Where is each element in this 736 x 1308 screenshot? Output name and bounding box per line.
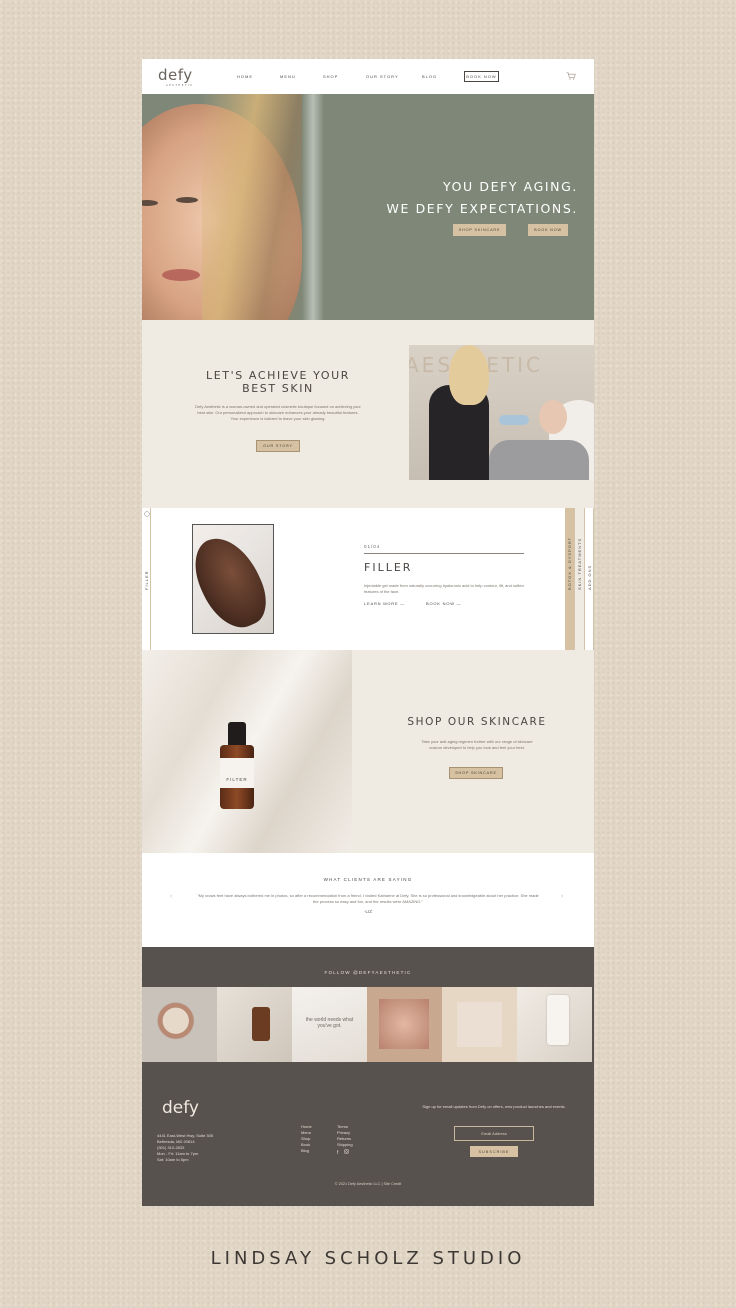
learn-more-link[interactable]: LEARN MORE — — [364, 601, 405, 606]
cart-icon[interactable] — [566, 72, 576, 80]
slide-number: 01/04 — [364, 544, 381, 549]
hero-hair-shape — [202, 94, 302, 320]
nav-book-now-button[interactable]: BOOK NOW — [464, 71, 499, 82]
photo-glove — [499, 415, 529, 425]
hero-lips — [162, 269, 200, 281]
tab-label-filler: FILLER — [144, 570, 149, 590]
site-logo[interactable]: defy AESTHETIC — [158, 66, 194, 87]
testimonial-author: -LIZ — [363, 909, 372, 914]
chevron-left-icon[interactable]: ‹ — [170, 893, 172, 900]
logo-text: defy — [158, 66, 193, 84]
services-slider: FILLER 01/04 FILLER Injectable gel made … — [142, 508, 594, 650]
hero-section: YOU DEFY AGING. WE DEFY EXPECTATIONS. SH… — [142, 94, 594, 320]
tile-face — [379, 999, 429, 1049]
service-title: FILLER — [364, 561, 413, 574]
hero-book-now-button[interactable]: BOOK NOW — [528, 224, 568, 236]
photo-patient-head — [539, 400, 567, 434]
hero-eye-left — [176, 197, 198, 203]
tab-label-skin-treatments: SKIN TREATMENTS — [577, 537, 582, 590]
about-title: LET'S ACHIEVE YOUR BEST SKIN — [205, 369, 351, 395]
footer-link-blog[interactable]: Blog — [301, 1148, 312, 1154]
tab-label-botox: BOTOX & DYSPORT — [567, 536, 572, 590]
logo-subtext: AESTHETIC — [166, 84, 194, 87]
email-input[interactable]: Email Address — [454, 1126, 534, 1141]
skincare-shop-button[interactable]: SHOP SKINCARE — [449, 767, 503, 779]
testimonial-quote: "My crows feet have always bothered me i… — [197, 893, 539, 904]
about-section: LET'S ACHIEVE YOUR BEST SKIN Defy Aesthe… — [142, 320, 594, 508]
chevron-right-icon[interactable]: › — [561, 893, 563, 900]
nav-menu[interactable]: MENU — [280, 74, 296, 79]
facebook-icon[interactable]: f — [337, 1150, 338, 1156]
hero-light-streak — [302, 94, 324, 320]
studio-credit: LINDSAY SCHOLZ STUDIO — [210, 1248, 526, 1269]
instagram-tile-6[interactable] — [517, 987, 592, 1062]
instagram-heading[interactable]: FOLLOW @DEFYAESTHETIC — [142, 970, 594, 975]
footer-link-shipping[interactable]: Shipping — [337, 1142, 353, 1148]
slide-divider — [364, 553, 524, 554]
tile-3-text: the world needs what you've got. — [305, 1017, 354, 1029]
instagram-tile-1[interactable] — [142, 987, 217, 1062]
copyright: © 2021 Defy Aesthetic LLC | Site Credit — [334, 1182, 402, 1186]
footer-address: 4441 East-West Hwy, Suite 305 Bethesda, … — [157, 1133, 213, 1163]
instagram-tile-4[interactable] — [367, 987, 442, 1062]
bottle-label-text: FILTER — [226, 777, 248, 782]
hero-line-1: YOU DEFY AGING. — [443, 179, 578, 194]
hero-line-2: WE DEFY EXPECTATIONS. — [386, 201, 578, 216]
tab-filler-left[interactable]: FILLER — [142, 508, 151, 650]
website-mockup: defy AESTHETIC HOME MENU SHOP OUR STORY … — [142, 59, 594, 1206]
nav-our-story[interactable]: OUR STORY — [366, 74, 399, 79]
hero-shop-skincare-button[interactable]: SHOP SKINCARE — [453, 224, 506, 236]
nav-home[interactable]: HOME — [237, 74, 253, 79]
instagram-tile-3[interactable]: the world needs what you've got. — [292, 987, 367, 1062]
bottle-label: FILTER — [220, 758, 254, 788]
filler-portrait — [192, 524, 274, 634]
photo-practitioner-hair — [449, 345, 489, 405]
top-nav: defy AESTHETIC HOME MENU SHOP OUR STORY … — [142, 59, 594, 94]
footer-links-policy: Terms Privacy Returns Shipping f — [337, 1124, 353, 1156]
tab-botox[interactable]: BOTOX & DYSPORT — [565, 508, 575, 650]
newsletter-text: Sign up for email updates from Defy on o… — [422, 1104, 566, 1109]
instagram-icon[interactable] — [343, 1149, 349, 1154]
about-body: Defy Aesthetic is a woman-owned and oper… — [195, 404, 361, 421]
tile-product — [547, 995, 569, 1045]
treatment-photo: AESTHETIC — [409, 345, 594, 480]
tab-skin-treatments[interactable]: SKIN TREATMENTS — [575, 508, 585, 650]
photo-patient — [489, 440, 589, 480]
tile-card — [457, 1002, 502, 1047]
portrait-skin — [193, 527, 273, 633]
footer-logo[interactable]: defy — [162, 1098, 199, 1118]
instagram-tile-2[interactable] — [217, 987, 292, 1062]
tab-label-add-ons: ADD ONS — [587, 564, 592, 590]
instagram-tile-5[interactable] — [442, 987, 517, 1062]
bottle-dropper — [228, 722, 246, 746]
tab-add-ons[interactable]: ADD ONS — [585, 508, 594, 650]
footer-links-primary: Home Menu Shop Book Blog — [301, 1124, 312, 1154]
testimonial-section: WHAT CLIENTS ARE SAYING "My crows feet h… — [142, 853, 594, 947]
testimonial-heading: WHAT CLIENTS ARE SAYING — [323, 877, 413, 882]
hours-line: Sat: 10am to 5pm — [157, 1157, 189, 1162]
circle-icon — [143, 511, 150, 517]
skincare-body: Take your anti-aging regimen further wit… — [421, 739, 533, 750]
tile-bottle — [252, 1007, 270, 1041]
site-footer: defy 4441 East-West Hwy, Suite 305 Bethe… — [142, 1062, 594, 1206]
our-story-button[interactable]: OUR STORY — [256, 440, 300, 452]
nav-blog[interactable]: BLOG — [422, 74, 437, 79]
instagram-section: FOLLOW @DEFYAESTHETIC the world needs wh… — [142, 947, 594, 1062]
subscribe-button[interactable]: SUBSCRIBE — [470, 1146, 518, 1157]
service-description: Injectable gel made from naturally occur… — [364, 583, 524, 594]
hero-headline: YOU DEFY AGING. WE DEFY EXPECTATIONS. — [387, 176, 578, 220]
book-now-link[interactable]: BOOK NOW — — [426, 601, 462, 606]
social-icons: f — [337, 1149, 353, 1156]
nav-shop[interactable]: SHOP — [323, 74, 338, 79]
skincare-section: FILTER SHOP OUR SKINCARE Take your anti-… — [142, 650, 594, 853]
skincare-title: SHOP OUR SKINCARE — [407, 716, 547, 728]
